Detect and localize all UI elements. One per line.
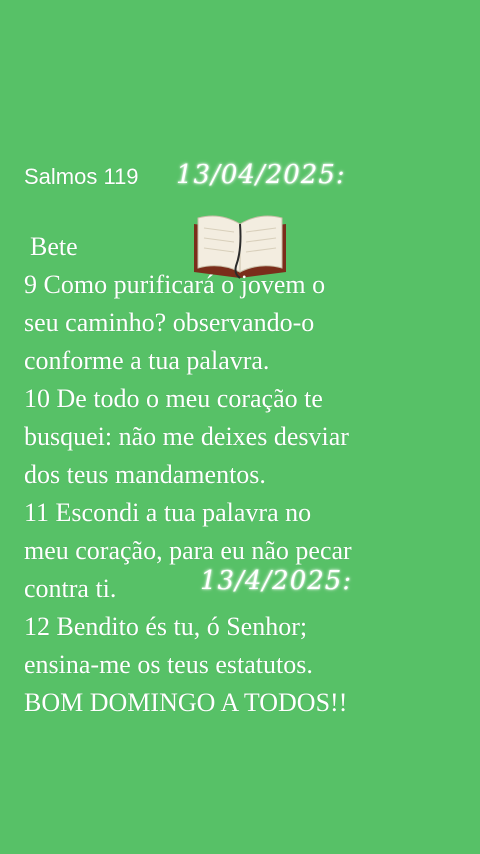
verse-line-11: ensina-me os teus estatutos. (24, 650, 313, 679)
handwritten-date-2: 13/4/2025: (200, 566, 353, 596)
verse-line-2: seu caminho? observando-o (24, 308, 315, 337)
verse-line-10: 12 Bendito és tu, ó Senhor; (24, 612, 308, 641)
verse-line-4: 10 De todo o meu coração te (24, 384, 323, 413)
verse-line-7: 11 Escondi a tua palavra no (24, 498, 312, 527)
closing-line: BOM DOMINGO A TODOS!! (24, 688, 348, 717)
verse-line-3: conforme a tua palavra. (24, 346, 270, 375)
verse-line-6: dos teus mandamentos. (24, 460, 266, 489)
verse-line-8: meu coração, para eu não pecar (24, 536, 352, 565)
handwritten-date-1: 13/04/2025: (176, 160, 346, 190)
author-name: Bete (30, 232, 78, 261)
post-title: Salmos 119 (24, 164, 139, 189)
verse-line-5: busquei: não me deixes desviar (24, 422, 349, 451)
verse-line-1: 9 Como purificará o jovem o (24, 270, 326, 299)
verse-line-9: contra ti. (24, 574, 117, 603)
